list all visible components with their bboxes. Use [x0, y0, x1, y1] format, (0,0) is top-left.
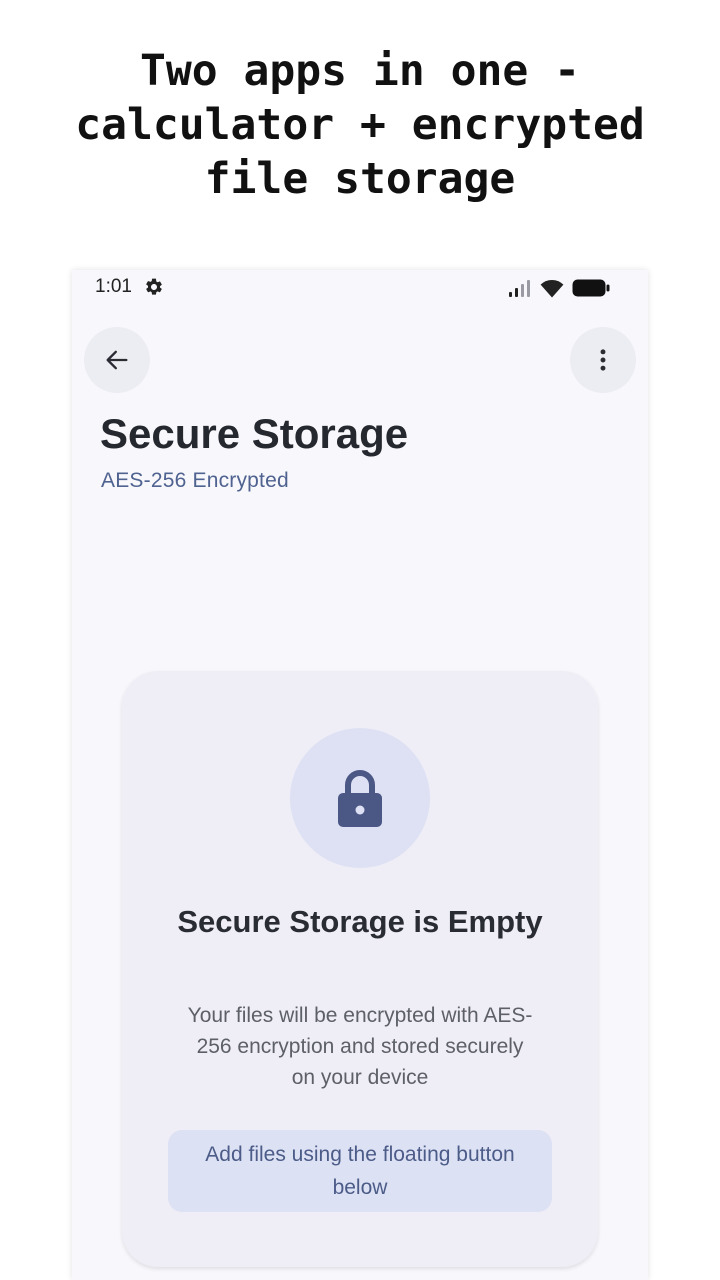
wifi-icon: [540, 280, 564, 298]
back-button[interactable]: [84, 327, 150, 393]
headline-line-3: file storage: [204, 154, 516, 204]
arrow-back-icon: [106, 350, 128, 370]
headline-line-1: Two apps in one -: [139, 46, 581, 96]
add-files-hint-text: Add files using the floating button belo…: [205, 1143, 515, 1199]
promo-headline: Two apps in one - calculator + encrypted…: [0, 44, 720, 206]
battery-icon: [572, 279, 610, 297]
page-subtitle: AES-256 Encrypted: [101, 469, 289, 492]
status-bar: 1:01: [72, 270, 648, 306]
empty-state-description: Your files will be encrypted with AES-25…: [187, 1004, 533, 1089]
lock-icon: [338, 770, 382, 827]
page-title: Secure Storage: [100, 410, 409, 457]
signal-icon: [509, 280, 530, 297]
empty-state-card: Secure Storage is Empty Your files will …: [122, 671, 598, 1267]
status-right-icons: [508, 277, 610, 299]
empty-state-title: Secure Storage is Empty: [177, 904, 543, 939]
status-time: 1:01: [95, 276, 132, 297]
settings-gear-icon: [146, 278, 162, 295]
phone-screen: 1:01 Secure Storage AES-256 Encrypted Se…: [72, 270, 648, 1280]
more-options-button[interactable]: [570, 327, 636, 393]
add-files-hint: Add files using the floating button belo…: [168, 1130, 552, 1212]
headline-line-2: calculator + encrypted: [75, 100, 645, 150]
more-vert-icon: [600, 349, 606, 371]
lock-icon-circle: [290, 728, 430, 868]
